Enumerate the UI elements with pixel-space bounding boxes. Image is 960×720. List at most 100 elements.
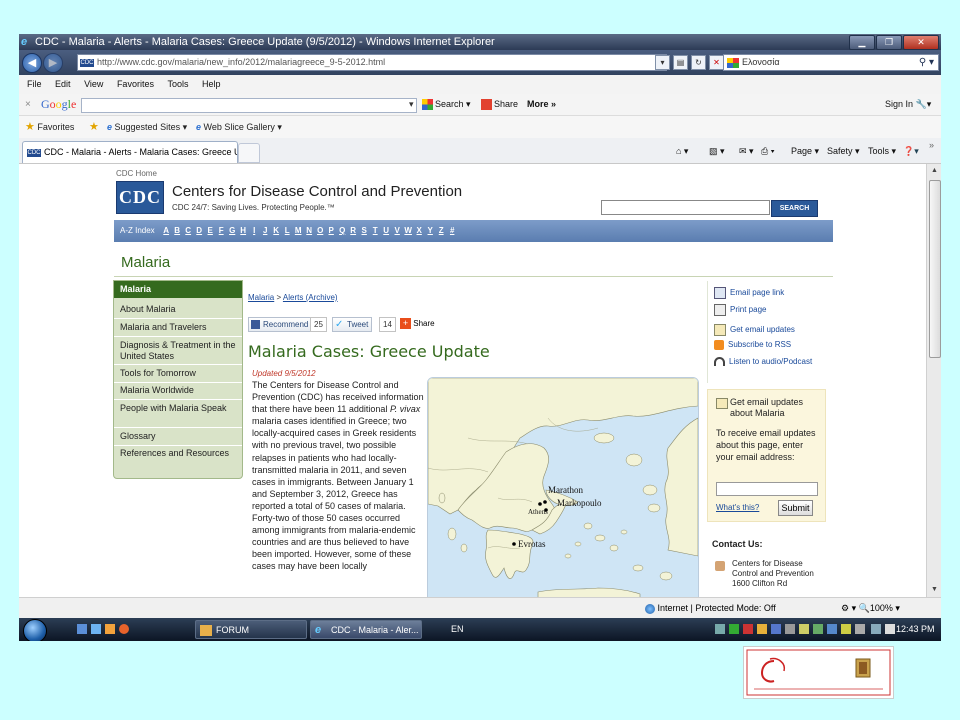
submit-button[interactable]: Submit [778,500,813,516]
dropdown-arrow-icon[interactable]: ▾ [655,55,670,70]
help-icon[interactable]: ❓▾ [903,144,919,158]
stop-icon[interactable]: ✕ [709,55,724,70]
tray-icon[interactable] [813,624,823,634]
language-indicator[interactable]: EN [451,618,464,641]
cdc-home-link[interactable]: CDC Home [116,169,157,178]
google-search-input[interactable] [81,98,417,113]
az-letter-o[interactable]: O [315,220,326,242]
media-player-icon[interactable] [105,624,115,634]
subscribe-rss-link[interactable]: Subscribe to RSS [714,340,791,350]
menu-view[interactable]: View [84,79,103,89]
network-icon[interactable] [871,624,881,634]
search-box[interactable]: Ελονοσία ⚲ ▾ [723,54,939,71]
google-more-button[interactable]: More » [527,94,556,115]
az-letter-e[interactable]: E [205,220,216,242]
left-nav-item-diagnosis-treatment[interactable]: Diagnosis & Treatment in the United Stat… [120,340,238,362]
az-letter-z[interactable]: Z [436,220,447,242]
google-search-button[interactable]: Search ▾ [422,94,471,115]
left-nav-item-tools-tomorrow[interactable]: Tools for Tomorrow [120,368,238,379]
vertical-scrollbar[interactable]: ▲ ▼ [926,164,941,597]
tweet-button[interactable]: ✓ Tweet [332,317,373,332]
az-letter-u[interactable]: U [381,220,392,242]
tray-icon[interactable] [785,624,795,634]
google-signin-button[interactable]: Sign In 🔧▾ [885,94,931,115]
tray-icon[interactable] [757,624,767,634]
google-dropdown-icon[interactable]: ▾ [409,94,414,115]
close-toolbar-icon[interactable]: × [25,94,31,115]
forward-button[interactable]: ▶ [43,53,63,73]
email-page-link[interactable]: Email page link [714,287,784,299]
email-field[interactable] [716,482,818,496]
suggested-sites-button[interactable]: e Suggested Sites ▾ [107,116,187,138]
left-nav-item-glossary[interactable]: Glossary [120,431,238,442]
az-letter-t[interactable]: T [370,220,381,242]
new-tab-button[interactable] [238,143,260,163]
left-nav-item-malaria-worldwide[interactable]: Malaria Worldwide [120,385,238,396]
breadcrumb-alerts[interactable]: Alerts (Archive) [283,293,338,302]
az-letter-j[interactable]: J [260,220,271,242]
az-letter-h[interactable]: H [238,220,249,242]
recommend-button[interactable]: Recommend [248,317,313,332]
az-letter-hash[interactable]: # [447,220,458,242]
address-bar[interactable]: CDC http://www.cdc.gov/malaria/new_info/2… [77,54,667,71]
tray-icon[interactable] [855,624,865,634]
start-button[interactable] [23,619,47,641]
cdc-logo[interactable]: CDC [116,181,164,214]
google-share-button[interactable]: Share [481,94,518,115]
az-letter-p[interactable]: P [326,220,337,242]
breadcrumb-malaria[interactable]: Malaria [248,293,274,302]
az-letter-n[interactable]: N [304,220,315,242]
compatibility-icon[interactable]: ▤ [673,55,688,70]
add-favorites-icon[interactable]: ★ [89,116,99,138]
clock[interactable]: 12:43 PM [896,618,935,641]
left-nav-item-malaria-travelers[interactable]: Malaria and Travelers [120,322,238,333]
scroll-up-icon[interactable]: ▲ [927,164,941,178]
az-letter-s[interactable]: S [359,220,370,242]
show-desktop-icon[interactable] [77,624,87,634]
menu-favorites[interactable]: Favorites [117,79,154,89]
az-letter-d[interactable]: D [194,220,205,242]
az-letter-w[interactable]: W [403,220,414,242]
left-nav-item-people-speak[interactable]: People with Malaria Speak [120,403,238,414]
tab-active[interactable]: CDC CDC - Malaria - Alerts - Malaria Case… [22,141,238,163]
az-letter-g[interactable]: G [227,220,238,242]
site-search-input[interactable] [601,200,770,215]
back-button[interactable]: ◀ [22,53,42,73]
print-page-link[interactable]: Print page [714,304,766,316]
tray-icon[interactable] [729,624,739,634]
menu-help[interactable]: Help [202,79,221,89]
zoom-control[interactable]: ⚙ ▾ 🔍100% ▾ [841,598,900,618]
security-zone[interactable]: Internet | Protected Mode: Off [645,598,776,618]
switch-windows-icon[interactable] [91,624,101,634]
mail-icon[interactable]: ✉ ▾ [739,144,754,158]
az-letter-i[interactable]: I [249,220,260,242]
tray-icon[interactable] [771,624,781,634]
podcast-link[interactable]: Listen to audio/Podcast [714,357,812,367]
get-email-updates-link[interactable]: Get email updates [714,324,795,336]
tray-icon[interactable] [743,624,753,634]
web-slice-gallery-button[interactable]: e Web Slice Gallery ▾ [196,116,282,138]
az-letter-m[interactable]: M [293,220,304,242]
tools-menu[interactable]: Tools ▾ [868,144,896,158]
print-icon[interactable]: ⎙ ▾ [761,144,774,158]
firefox-icon[interactable] [119,624,129,634]
scroll-down-icon[interactable]: ▼ [927,583,941,597]
refresh-icon[interactable]: ↻ [691,55,706,70]
az-letter-y[interactable]: Y [425,220,436,242]
left-nav-item-about-malaria[interactable]: About Malaria [120,304,238,315]
menu-file[interactable]: File [27,79,42,89]
safety-menu[interactable]: Safety ▾ [827,144,860,158]
taskbar-item-ie[interactable]: e CDC - Malaria - Aler... [310,620,422,639]
az-letter-k[interactable]: K [271,220,282,242]
az-letter-c[interactable]: C [183,220,194,242]
left-nav-header[interactable]: Malaria [114,281,242,298]
maximize-button[interactable]: ❐ [876,35,902,50]
minimize-button[interactable]: ▁ [849,35,875,50]
home-icon[interactable]: ⌂ ▾ [676,144,688,158]
feeds-icon[interactable]: ▧ ▾ [709,144,725,158]
page-menu[interactable]: Page ▾ [791,144,819,158]
search-icon[interactable]: ⚲ ▾ [919,55,934,70]
menu-edit[interactable]: Edit [55,79,71,89]
tray-icon[interactable] [827,624,837,634]
volume-icon[interactable] [885,624,895,634]
